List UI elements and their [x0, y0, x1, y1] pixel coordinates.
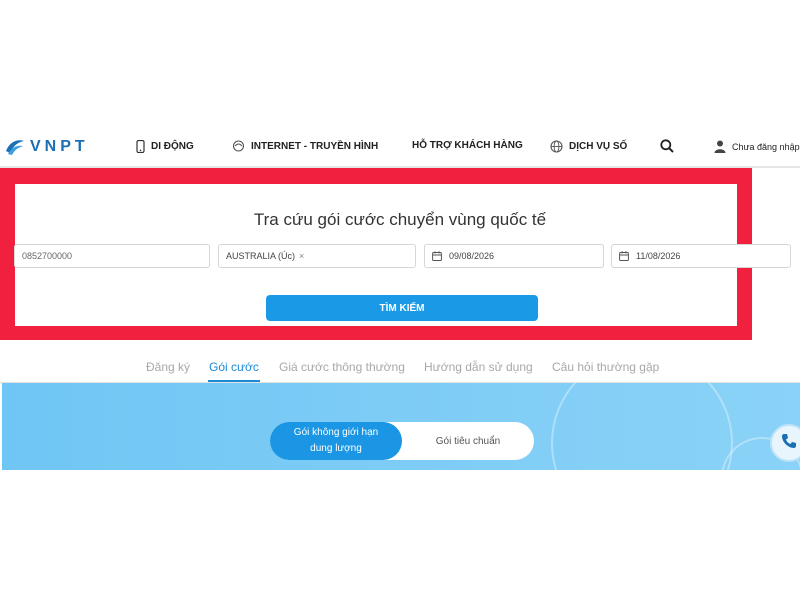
nav-item-ho-tro-khach-hang[interactable]: HỖ TRỢ KHÁCH HÀNG	[412, 140, 523, 151]
user-icon	[714, 140, 726, 153]
country-select[interactable]: AUSTRALIA (Úc) ×	[218, 244, 416, 268]
login-link[interactable]: Chưa đăng nhập	[714, 140, 800, 153]
toggle-unlimited-data[interactable]: Gói không giới hạn dung lượng	[270, 422, 402, 460]
nav-label: INTERNET - TRUYỀN HÌNH	[251, 140, 379, 152]
date-from-value: 09/08/2026	[449, 251, 495, 261]
nav-label: DI ĐỘNG	[151, 141, 194, 152]
calendar-icon	[432, 251, 442, 261]
logo-text: VNPT	[30, 138, 89, 155]
toggle-unlimited-line1: Gói không giới hạn	[293, 427, 379, 438]
clear-country-icon[interactable]: ×	[299, 251, 304, 261]
calendar-icon	[619, 251, 629, 261]
nav-item-dich-vu-so[interactable]: DỊCH VỤ SỐ	[550, 140, 627, 153]
vnpt-logo[interactable]: VNPT	[4, 137, 89, 157]
country-chip-label: AUSTRALIA (Úc)	[226, 251, 296, 261]
tab-dang-ky[interactable]: Đăng ký	[146, 360, 190, 374]
tab-gia-cuoc-thong-thuong[interactable]: Giá cước thông thường	[279, 360, 405, 374]
toggle-unlimited-line2: dung lượng	[310, 443, 362, 454]
toggle-standard-package[interactable]: Gói tiêu chuẩn	[402, 422, 534, 460]
phone-call-icon	[780, 432, 798, 455]
search-icon[interactable]	[660, 139, 674, 158]
phone-number-input[interactable]: 0852700000	[14, 244, 210, 268]
search-button[interactable]: TÌM KIẾM	[266, 295, 538, 321]
internet-tv-icon	[232, 140, 245, 152]
nav-item-internet-truyen-hinh[interactable]: INTERNET - TRUYỀN HÌNH	[232, 140, 378, 152]
phone-number-value: 0852700000	[22, 251, 73, 261]
nav-label: HỖ TRỢ KHÁCH HÀNG	[412, 140, 523, 151]
top-navigation-bar: VNPT DI ĐỘNG INTERNET - TRUYỀN HÌNH HỖ T…	[0, 128, 800, 168]
date-to-value: 11/08/2026	[636, 251, 681, 261]
tab-huong-dan-su-dung[interactable]: Hướng dẫn sử dụng	[424, 360, 533, 374]
tab-cau-hoi-thuong-gap[interactable]: Câu hỏi thường gặp	[552, 360, 659, 374]
date-to-input[interactable]: 11/08/2026	[611, 244, 791, 268]
vnpt-logo-icon	[6, 140, 24, 155]
date-from-input[interactable]: 09/08/2026	[424, 244, 604, 268]
nav-label: DỊCH VỤ SỐ	[569, 141, 628, 152]
globe-icon	[550, 140, 563, 153]
call-support-button[interactable]	[770, 424, 800, 462]
search-title: Tra cứu gói cước chuyển vùng quốc tế	[253, 210, 547, 229]
login-label: Chưa đăng nhập	[732, 141, 800, 152]
nav-item-di-dong[interactable]: DI ĐỘNG	[136, 140, 194, 153]
tab-goi-cuoc[interactable]: Gói cước	[209, 360, 259, 374]
mobile-phone-icon	[136, 140, 145, 153]
content-tabs: Đăng ký Gói cước Giá cước thông thường H…	[0, 360, 800, 384]
